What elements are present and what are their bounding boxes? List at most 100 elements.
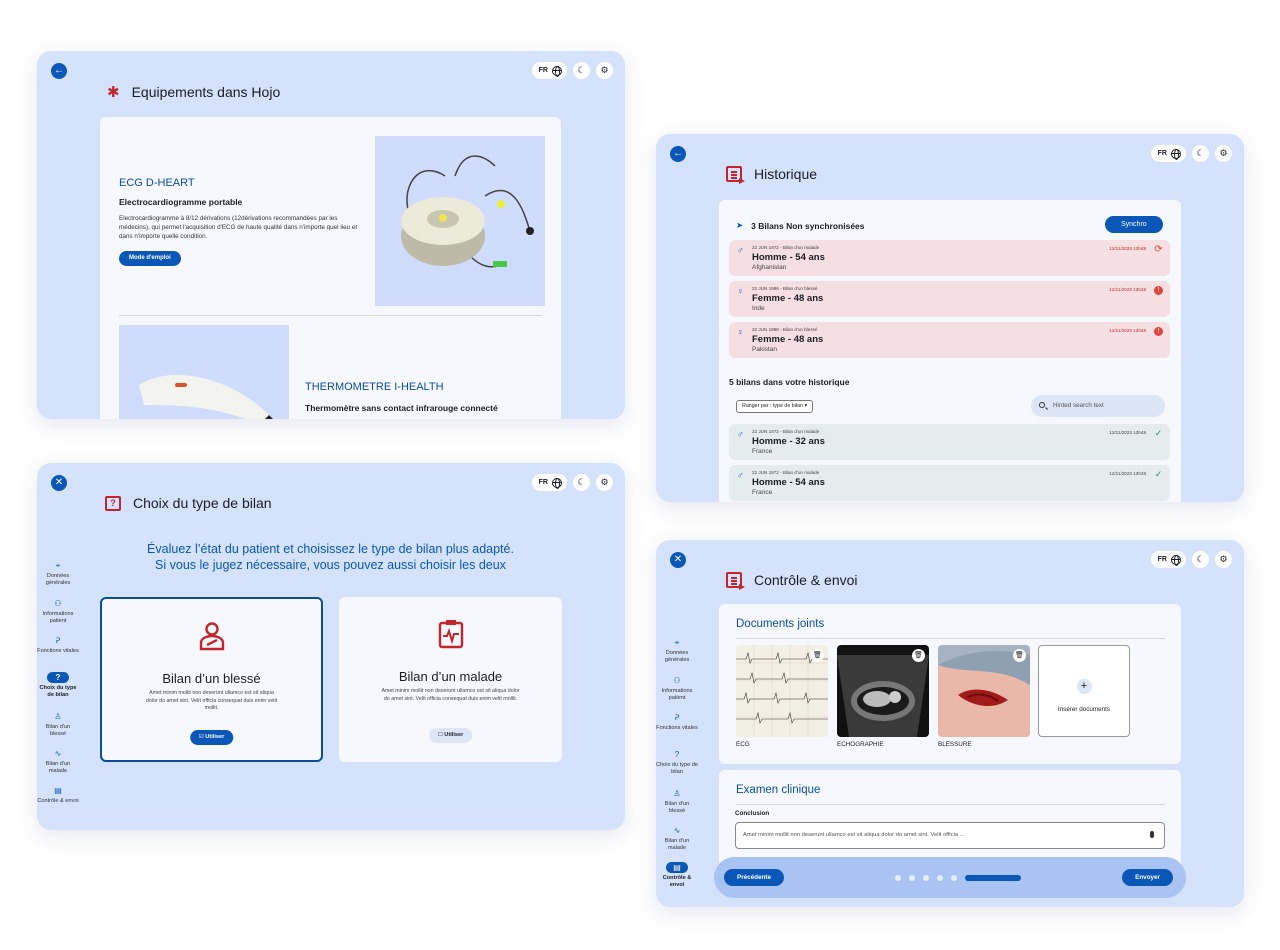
equipment-subtitle: Thermomètre sans contact infrarouge conn… <box>305 403 498 413</box>
sort-select[interactable]: Ranger par : type de bilan ▾ <box>736 400 814 413</box>
use-button[interactable]: ☑ Utiliser <box>189 730 234 745</box>
controle-envoi-screen: ✕ FR ☾ ⚙ Contrôle & envoi ⌖ Données génér… <box>656 540 1244 907</box>
sidebar-item-informations-patient[interactable]: ⚇ Informations patient <box>656 675 698 702</box>
language-selector[interactable]: FR <box>1150 145 1186 162</box>
bluetooth-icon: ✱ <box>107 84 120 101</box>
trash-icon[interactable]: 🗑 <box>912 649 925 662</box>
dark-mode-icon[interactable]: ☾ <box>1192 551 1209 568</box>
sidebar-item-label: Informations patient <box>661 688 693 701</box>
patient-country: France <box>752 489 773 496</box>
settings-icon[interactable]: ⚙ <box>596 62 613 79</box>
page-title: Historique <box>754 166 818 182</box>
language-selector[interactable]: FR <box>531 62 567 79</box>
divider <box>736 638 1165 639</box>
divider <box>736 804 1165 805</box>
close-icon[interactable]: ✕ <box>51 475 67 491</box>
top-controls: FR ☾ ⚙ <box>1150 145 1232 162</box>
send-button[interactable]: Envoyer <box>1122 869 1173 886</box>
sidebar-item-bilan-malade[interactable]: ∿ Bilan d'un malade <box>37 748 79 775</box>
document-label: BLESSURE <box>938 741 972 748</box>
progress-dot <box>923 875 929 881</box>
sidebar-item-bilan-malade[interactable]: ∿ Bilan d'un malade <box>656 825 698 852</box>
settings-icon[interactable]: ⚙ <box>1215 551 1232 568</box>
trash-icon[interactable]: 🗑 <box>1013 649 1026 662</box>
language-code: FR <box>538 67 548 74</box>
page-title: Choix du type de bilan <box>133 495 272 511</box>
sidebar-item-choix-bilan[interactable]: ? Choix du type de bilan <box>656 749 698 776</box>
bilan-row[interactable]: ♂ 22 JUN 1972 - Bilan d'un malade Homme … <box>729 424 1170 460</box>
option-description: Amet minim mollit non deserunt ullamco e… <box>145 690 278 711</box>
patient-country: France <box>752 448 773 455</box>
injured-user-icon <box>102 621 321 658</box>
sidebar-item-label: Données générales <box>45 573 71 586</box>
document-label: ECHOGRAPHIE <box>837 741 884 748</box>
bilan-row[interactable]: ♀ 22 JUN 1996 - Bilan d'un blessé Femme … <box>729 281 1170 317</box>
settings-icon[interactable]: ⚙ <box>596 474 613 491</box>
document-thumb-ecg[interactable]: 🗑 <box>736 645 828 737</box>
back-arrow-icon[interactable]: ← <box>670 146 686 162</box>
close-icon[interactable]: ✕ <box>670 552 686 568</box>
language-code: FR <box>1157 556 1167 563</box>
option-bilan-blesse[interactable]: Bilan d’un blessé Amet minim mollit non … <box>100 597 323 762</box>
sidebar-item-fonctions-vitales[interactable]: ᕈ Fonctions vitales <box>37 635 79 655</box>
send-icon: ➤ <box>736 220 744 230</box>
pulse-icon: ∿ <box>54 749 62 758</box>
dark-mode-icon[interactable]: ☾ <box>573 474 590 491</box>
language-selector[interactable]: FR <box>531 474 567 491</box>
send-doc-icon: ▤ <box>666 862 688 873</box>
sync-button[interactable]: Synchro <box>1105 216 1163 233</box>
document-thumb-echographie[interactable]: 🗑 <box>837 645 929 737</box>
documents-title: Documents joints <box>736 618 825 630</box>
globe-icon <box>552 65 562 77</box>
bilan-date: 12/11/2023 13h48 <box>1109 287 1146 292</box>
manual-button[interactable]: Mode d'emploi <box>119 251 181 266</box>
sidebar-item-choix-bilan[interactable]: ? Choix du type de bilan <box>37 672 79 699</box>
option-bilan-malade[interactable]: Bilan d’un malade Amet minim mollit non … <box>339 597 562 762</box>
sidebar-item-label: Contrôle & envoi <box>662 875 692 888</box>
dark-mode-icon[interactable]: ☾ <box>1192 145 1209 162</box>
unsynced-title-text: 3 Bilans Non synchronisées <box>751 220 865 231</box>
bilan-row[interactable]: ♂ 22 JUN 1972 - Bilan d'un malade Homme … <box>729 240 1170 276</box>
trash-icon[interactable]: 🗑 <box>811 649 824 662</box>
microphone-icon[interactable] <box>1150 831 1154 838</box>
step-progress <box>895 875 1021 881</box>
sidebar-item-label: Bilan d'un blessé <box>664 801 690 814</box>
female-icon: ♀ <box>737 286 744 296</box>
top-controls: FR ☾ ⚙ <box>1150 551 1232 568</box>
search-input[interactable]: Hinted search text <box>1031 395 1165 417</box>
sidebar-item-informations-patient[interactable]: ⚇ Informations patient <box>37 598 79 625</box>
dark-mode-icon[interactable]: ☾ <box>573 62 590 79</box>
patient-name: Homme - 54 ans <box>752 252 825 263</box>
use-button[interactable]: ☐ Utiliser <box>428 728 473 743</box>
clipboard-pulse-icon <box>339 619 562 656</box>
conclusion-field[interactable]: Amet minim mollit non deserunt ullamco e… <box>735 822 1165 849</box>
sidebar-item-donnees-generales[interactable]: ⌖ Données générales <box>656 637 698 664</box>
user-icon: ⚇ <box>673 676 681 685</box>
bilan-row[interactable]: ♀ 22 JUN 1996 - Bilan d'un blessé Femme … <box>729 322 1170 358</box>
document-thumb-blessure[interactable]: 🗑 <box>938 645 1030 737</box>
language-selector[interactable]: FR <box>1150 551 1186 568</box>
sidebar-item-controle-envoi[interactable]: ▤ Contrôle & envoi <box>37 785 79 805</box>
back-arrow-icon[interactable]: ← <box>51 63 67 79</box>
sidebar-item-bilan-blesse[interactable]: ♙ Bilan d'un blessé <box>37 711 79 738</box>
page-header: ? Choix du type de bilan <box>105 495 272 511</box>
sidebar-item-controle-envoi[interactable]: ▤ Contrôle & envoi <box>656 862 698 889</box>
page-header: Contrôle & envoi <box>726 572 858 588</box>
add-document-button[interactable]: + Insérer documents <box>1038 645 1130 737</box>
sidebar-item-bilan-blesse[interactable]: ♙ Bilan d'un blessé <box>656 788 698 815</box>
progress-dot <box>895 875 901 881</box>
previous-button[interactable]: Précédente <box>724 869 784 886</box>
top-controls: FR ☾ ⚙ <box>531 62 613 79</box>
sync-pending-icon: ⟳ <box>1154 244 1163 255</box>
sidebar-item-fonctions-vitales[interactable]: ᕈ Fonctions vitales <box>656 712 698 732</box>
search-placeholder: Hinted search text <box>1053 402 1104 409</box>
sidebar-item-label: Contrôle & envoi <box>37 798 79 804</box>
bilan-row[interactable]: ♂ 22 JUN 1972 - Bilan d'un malade Homme … <box>729 465 1170 501</box>
add-document-label: Insérer documents <box>1057 706 1111 713</box>
historique-screen: ← FR ☾ ⚙ Historique ➤ 3 Bilans Non synch… <box>656 134 1244 502</box>
settings-icon[interactable]: ⚙ <box>1215 145 1232 162</box>
sidebar-item-donnees-generales[interactable]: ⌖ Données générales <box>37 560 79 587</box>
female-icon: ♀ <box>737 327 744 337</box>
thermometer-image <box>119 325 289 419</box>
instruction-line-1: Évaluez l’état du patient et choisissez … <box>147 542 514 556</box>
